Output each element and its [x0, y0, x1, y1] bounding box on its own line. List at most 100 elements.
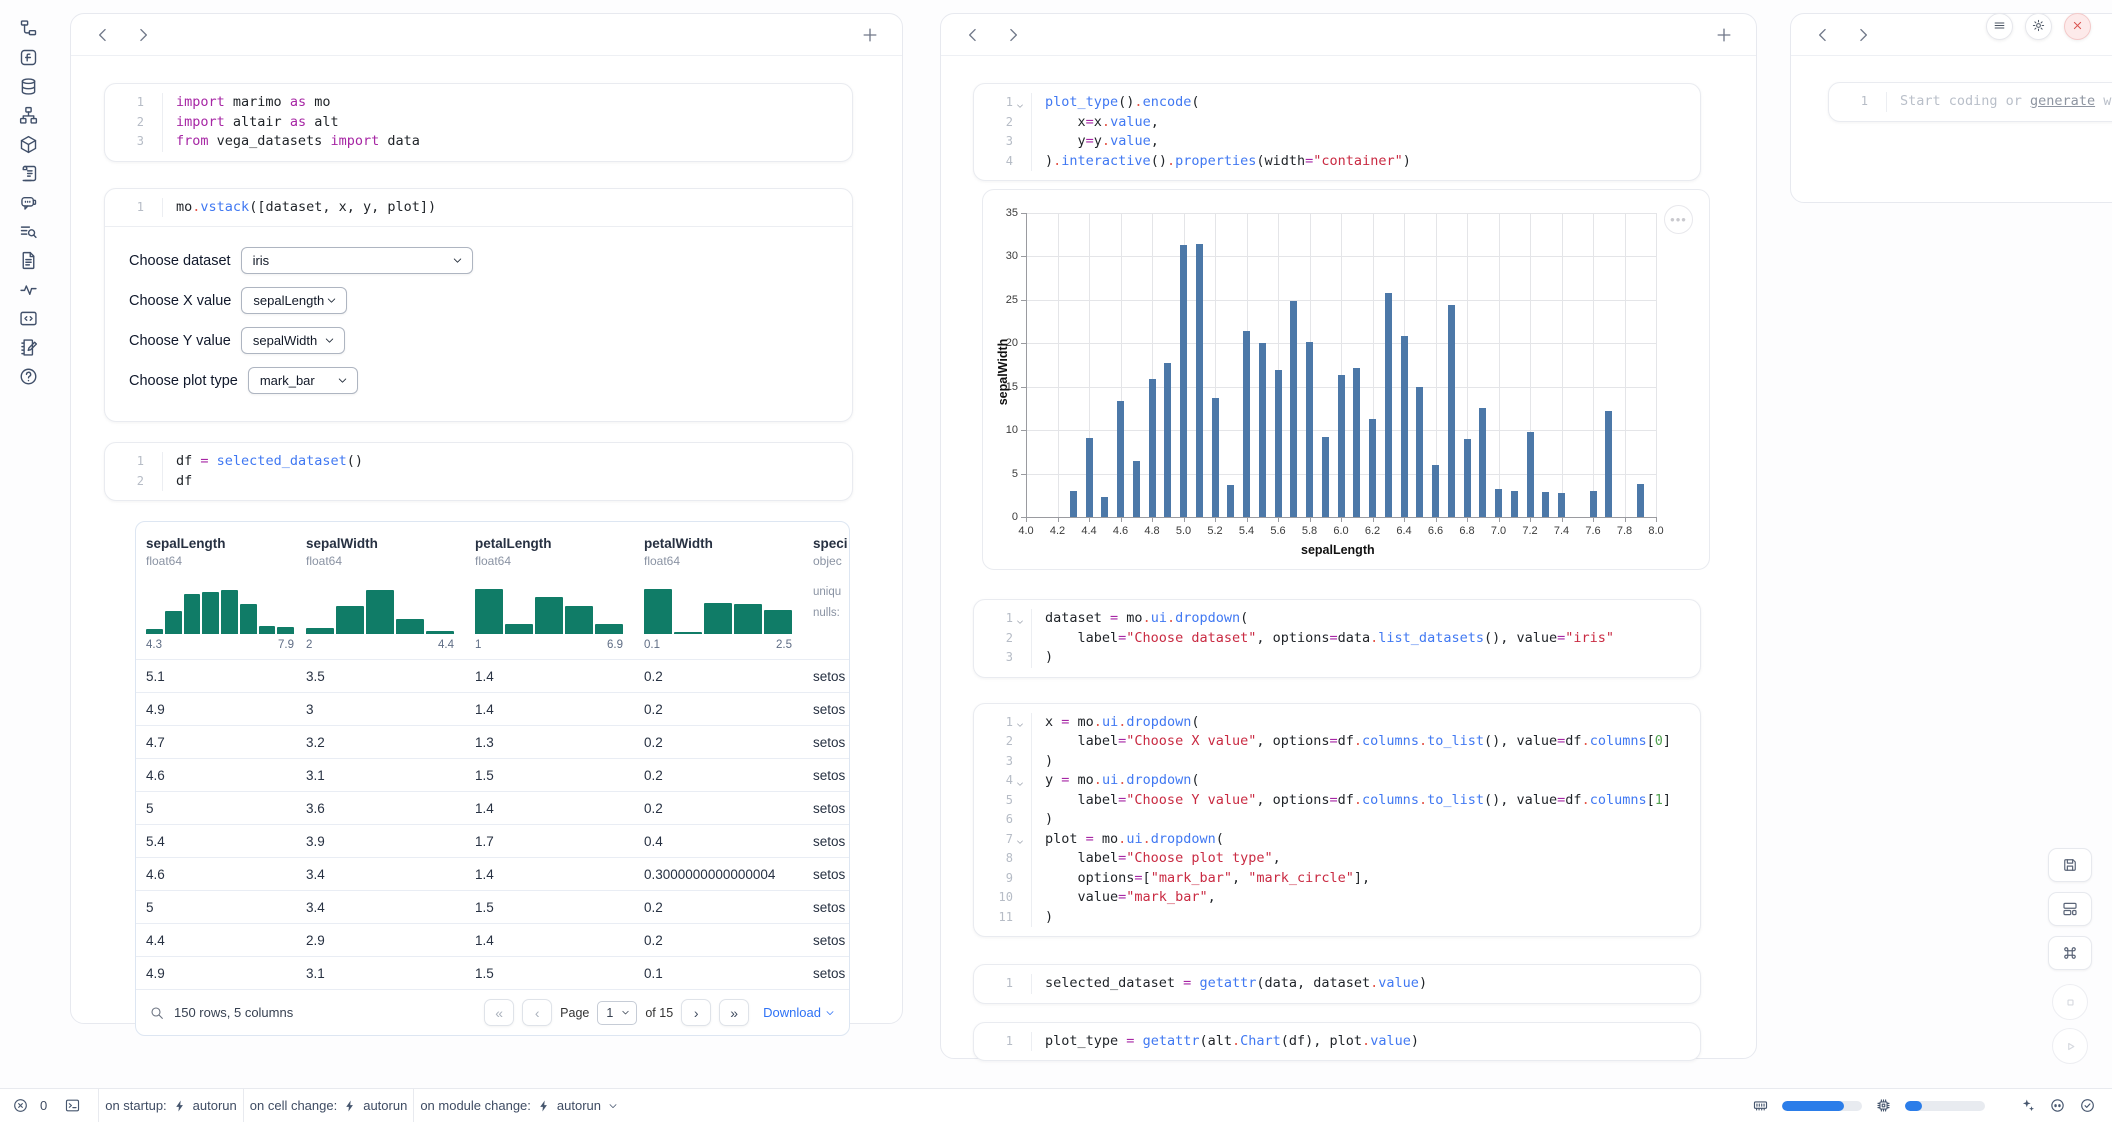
dropdown-dataset[interactable]: iris: [241, 247, 473, 274]
code-line: 8 label="Choose plot type",: [974, 849, 1700, 869]
column-header-sepalWidth[interactable]: sepalWidthfloat6424.4: [296, 536, 465, 659]
table-cell: 3.4: [296, 900, 465, 915]
histogram-bar: [734, 604, 762, 634]
chatbot-icon[interactable]: [18, 192, 39, 213]
table-cell: 3.2: [296, 735, 465, 750]
histogram-bar: [565, 606, 593, 634]
dropdown-y-value[interactable]: sepalWidth: [241, 327, 345, 354]
download-button[interactable]: Download: [763, 1005, 836, 1020]
column-3-move-right-button[interactable]: [1851, 23, 1875, 47]
x-tick-label: 7.4: [1554, 525, 1569, 537]
column-3-move-left-button[interactable]: [1811, 23, 1835, 47]
next-page-button[interactable]: ›: [681, 999, 711, 1026]
status-left: 0 on startup:autorunon cell change:autor…: [12, 1089, 619, 1122]
column-1-move-left-button[interactable]: [91, 23, 115, 47]
fold-chevron-icon[interactable]: [1015, 98, 1025, 108]
column-2-add-cell-button[interactable]: [1712, 23, 1736, 47]
package-icon[interactable]: [18, 134, 39, 155]
line-number: 6: [974, 810, 1032, 830]
ai-sparkles-icon[interactable]: [2019, 1097, 2036, 1114]
table-cell: setos: [803, 867, 849, 882]
bar: [1416, 387, 1423, 517]
stop-button[interactable]: [2052, 984, 2088, 1020]
column-meta: uniqunulls:: [813, 582, 849, 624]
fold-chevron-icon[interactable]: [1015, 614, 1025, 624]
dropdown-row: Choose X valuesepalLength: [129, 287, 828, 314]
x-tick-label: 5.6: [1270, 525, 1285, 537]
list-search-icon[interactable]: [18, 221, 39, 242]
column-2-move-left-button[interactable]: [961, 23, 985, 47]
function-icon[interactable]: [18, 47, 39, 68]
lightning-icon: [537, 1099, 551, 1113]
script-icon[interactable]: [18, 163, 39, 184]
column-header-sepalLength[interactable]: sepalLengthfloat644.37.9: [136, 536, 296, 659]
line-number: 1: [974, 974, 1032, 994]
floating-actions: [2048, 848, 2092, 1064]
code-text: y = mo.ui.dropdown(: [1032, 771, 1200, 791]
column-2-move-right-button[interactable]: [1001, 23, 1025, 47]
fold-chevron-icon[interactable]: [1015, 717, 1025, 727]
run-mode-cell-change[interactable]: on cell change:autorun: [250, 1098, 408, 1113]
column-header-petalLength[interactable]: petalLengthfloat6416.9: [465, 536, 634, 659]
code-editor-imports[interactable]: 1import marimo as mo2import altair as al…: [105, 84, 852, 161]
code-editor-xyplot[interactable]: 1x = mo.ui.dropdown(2 label="Choose X va…: [974, 704, 1700, 937]
fold-chevron-icon[interactable]: [1015, 776, 1025, 786]
database-icon[interactable]: [18, 76, 39, 97]
terminal-icon[interactable]: [64, 1097, 81, 1114]
column-header-speci[interactable]: speciobjecuniqunulls:: [803, 536, 849, 659]
settings-button[interactable]: [2025, 13, 2052, 40]
chart-menu-button[interactable]: •••: [1664, 205, 1693, 234]
code-block-icon[interactable]: [18, 308, 39, 329]
chart-plot-area[interactable]: 4.04.24.44.64.85.05.25.45.65.86.06.26.46…: [983, 190, 1709, 569]
file-tree-icon[interactable]: [18, 18, 39, 39]
code-editor-dataset[interactable]: 1dataset = mo.ui.dropdown(2 label="Choos…: [974, 600, 1700, 677]
run-mode-module-change[interactable]: on module change:autorun: [420, 1098, 619, 1113]
connection-status-icon[interactable]: [2079, 1097, 2096, 1114]
cell-imports: 1import marimo as mo2import altair as al…: [104, 83, 853, 162]
code-editor-empty[interactable]: 1Start coding or generate with: [1829, 83, 2112, 121]
altair-chart: 4.04.24.44.64.85.05.25.45.65.86.06.26.46…: [982, 189, 1710, 570]
fold-chevron-icon[interactable]: [1015, 834, 1025, 844]
notebook-icon[interactable]: [18, 337, 39, 358]
layout-button[interactable]: [2048, 892, 2092, 926]
run-mode-startup[interactable]: on startup:autorun: [105, 1098, 237, 1113]
cpu-icon: [1875, 1097, 1892, 1114]
code-editor-plottype[interactable]: 1plot_type = getattr(alt.Chart(df), plot…: [974, 1023, 1700, 1061]
code-editor-vstack[interactable]: 1mo.vstack([dataset, x, y, plot]): [105, 189, 852, 227]
menu-button[interactable]: [1986, 13, 2013, 40]
x-tick-label: 6.6: [1428, 525, 1443, 537]
column-1-add-cell-button[interactable]: [858, 23, 882, 47]
code-editor-df[interactable]: 1df = selected_dataset()2df: [105, 443, 852, 500]
x-tick-label: 4.0: [1018, 525, 1033, 537]
histogram-bar: [426, 631, 454, 634]
histogram-bar: [535, 597, 563, 634]
prev-page-button[interactable]: ‹: [522, 999, 552, 1026]
dropdown-plot-type[interactable]: mark_bar: [248, 367, 358, 394]
activity-icon[interactable]: [18, 279, 39, 300]
errors-icon[interactable]: [12, 1097, 29, 1114]
column-header-petalWidth[interactable]: petalWidthfloat640.12.5: [634, 536, 803, 659]
code-editor-plot[interactable]: 1plot_type().encode(2 x=x.value,3 y=y.va…: [974, 84, 1700, 180]
column-1-move-right-button[interactable]: [131, 23, 155, 47]
first-page-button[interactable]: «: [484, 999, 514, 1026]
document-icon[interactable]: [18, 250, 39, 271]
code-text: dataset = mo.ui.dropdown(: [1032, 609, 1248, 629]
table-row: 4.73.21.30.2setos: [136, 725, 849, 758]
last-page-button[interactable]: »: [719, 999, 749, 1026]
run-mode-label: on startup:: [105, 1098, 166, 1113]
column-1-body: 1import marimo as mo2import altair as al…: [71, 56, 902, 1036]
run-button[interactable]: [2052, 1028, 2088, 1064]
shutdown-button[interactable]: [2064, 13, 2091, 40]
dropdown-x-value[interactable]: sepalLength: [241, 287, 347, 314]
code-line: 11): [974, 908, 1700, 928]
code-editor-selected[interactable]: 1selected_dataset = getattr(data, datase…: [974, 965, 1700, 1003]
help-icon[interactable]: [18, 366, 39, 387]
table-cell: 5: [136, 801, 296, 816]
code-text: y=y.value,: [1032, 132, 1159, 152]
copilot-icon[interactable]: [2049, 1097, 2066, 1114]
save-button[interactable]: [2048, 848, 2092, 882]
page-select[interactable]: 1: [597, 1001, 637, 1025]
search-icon[interactable]: [149, 1005, 165, 1021]
sitemap-icon[interactable]: [18, 105, 39, 126]
command-palette-button[interactable]: [2048, 936, 2092, 970]
